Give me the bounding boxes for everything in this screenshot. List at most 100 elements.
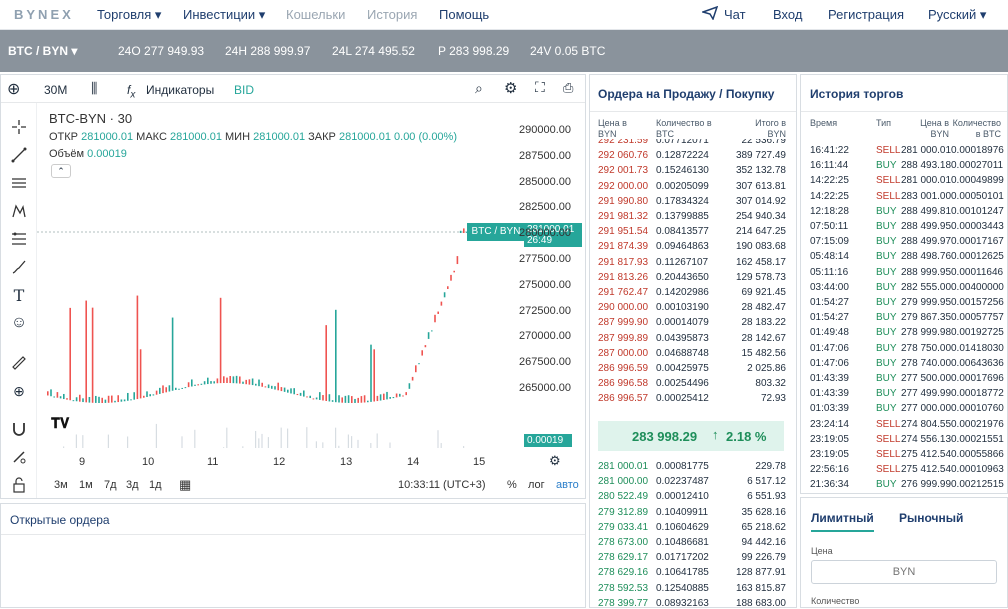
ask-row[interactable]: 291 981.320.13799885254 940.34 <box>590 209 796 225</box>
ruler-icon[interactable] <box>9 353 29 373</box>
nav-register[interactable]: Регистрация <box>828 7 904 22</box>
camera-icon[interactable]: ⎙ <box>563 80 573 96</box>
bid-row[interactable]: 279 312.890.1040991135 628.16 <box>590 505 796 521</box>
ask-row[interactable]: 291 813.260.20443650129 578.73 <box>590 270 796 286</box>
zoom-icon[interactable]: ⌕ <box>475 80 483 97</box>
ask-row[interactable]: 287 999.890.0439587328 142.67 <box>590 331 796 347</box>
zoom-in-icon[interactable]: ⊕ <box>9 381 29 401</box>
candle <box>178 389 180 390</box>
tradingview-logo[interactable]: 𝐓𝐕 <box>51 415 79 441</box>
nav-trading[interactable]: Торговля ▾ <box>97 7 161 23</box>
trade-price: 275 412.54 <box>901 464 951 475</box>
ask-row[interactable]: 291 990.800.17834324307 014.92 <box>590 194 796 210</box>
nav-history[interactable]: История <box>367 7 417 22</box>
candle <box>258 380 260 387</box>
fullscreen-icon[interactable]: ⛶ <box>535 79 545 96</box>
indicators-icon[interactable]: fx <box>127 83 135 100</box>
ask-row[interactable]: 292 060.760.12872224389 727.49 <box>590 148 796 164</box>
log-toggle[interactable]: лог <box>528 479 545 491</box>
logo[interactable]: BYNEX <box>14 7 74 22</box>
price-input[interactable] <box>811 560 997 584</box>
range-7d[interactable]: 7д <box>104 479 117 491</box>
ask-qty: 0.00254496 <box>656 378 709 389</box>
interval-select[interactable]: 30M <box>44 83 67 97</box>
price-chart[interactable]: BTC-BYN · 30 ОТКР 281000.01 МАКС 281000.… <box>37 103 585 453</box>
trade-time: 23:19:05 <box>810 449 849 460</box>
trendline-icon[interactable] <box>9 145 29 165</box>
calendar-icon[interactable]: ▦ <box>179 477 191 493</box>
ask-row[interactable]: 287 999.900.0001407928 183.22 <box>590 315 796 331</box>
bid-row[interactable]: 278 592.530.12540885163 815.87 <box>590 581 796 597</box>
chat-icon[interactable] <box>702 6 718 23</box>
ask-row[interactable]: 287 000.000.0468874815 482.56 <box>590 346 796 362</box>
bid-row[interactable]: 278 629.160.10641785128 877.91 <box>590 565 796 581</box>
y-axis[interactable]: 290000.00287500.00285000.00282500.002800… <box>497 103 585 453</box>
crosshair-icon[interactable] <box>9 117 29 137</box>
ask-row[interactable]: 292 001.730.15246130352 132.78 <box>590 163 796 179</box>
range-1m[interactable]: 1м <box>79 479 93 491</box>
brush-icon[interactable] <box>9 257 29 277</box>
bid-row[interactable]: 278 629.170.0171720299 226.79 <box>590 550 796 566</box>
ask-qty: 0.20443650 <box>656 272 709 283</box>
percent-toggle[interactable]: % <box>507 479 517 491</box>
trade-price: 288 493.18 <box>901 160 951 171</box>
volume-bar <box>226 428 227 448</box>
tab-limit[interactable]: Лимитный <box>811 511 874 532</box>
fib-icon[interactable] <box>9 229 29 249</box>
ask-row[interactable]: 292 000.000.00205099307 613.81 <box>590 179 796 195</box>
trade-price: 288 499.97 <box>901 236 951 247</box>
tab-market[interactable]: Рыночный <box>899 511 963 525</box>
bid-row[interactable]: 278 399.770.08932163188 683.00 <box>590 596 796 609</box>
axis-settings-icon[interactable]: ⚙ <box>549 453 561 469</box>
ask-row[interactable]: 291 817.930.11267107162 458.17 <box>590 255 796 271</box>
candle-style-icon[interactable]: ⫼ <box>91 80 97 97</box>
candle <box>345 396 347 403</box>
trade-price: 278 999.98 <box>901 327 951 338</box>
nav-login[interactable]: Вход <box>773 7 802 22</box>
bid-row[interactable]: 281 000.010.00081775229.78 <box>590 459 796 475</box>
ask-qty: 0.13799885 <box>656 211 709 222</box>
ask-row[interactable]: 291 762.470.1420298669 921.45 <box>590 285 796 301</box>
emoji-icon[interactable]: ☺ <box>9 313 29 333</box>
range-1d[interactable]: 1д <box>149 479 162 491</box>
bid-row[interactable]: 279 033.410.1060462965 218.62 <box>590 520 796 536</box>
pattern-icon[interactable] <box>9 201 29 221</box>
hlines-icon[interactable] <box>9 173 29 193</box>
candle <box>428 332 430 339</box>
range-3m[interactable]: 3м <box>54 479 68 491</box>
ask-row[interactable]: 286 996.580.00254496803.32 <box>590 376 796 392</box>
lock-draw-icon[interactable] <box>9 447 29 467</box>
indicators-button[interactable]: Индикаторы <box>146 83 214 97</box>
pair-selector[interactable]: BTC / BYN ▾ <box>8 44 77 58</box>
bid-toggle[interactable]: BID <box>234 83 254 97</box>
magnet-icon[interactable] <box>9 419 29 439</box>
gear-icon[interactable]: ⚙ <box>504 79 517 97</box>
ask-row[interactable]: 291 951.540.08413577214 647.25 <box>590 224 796 240</box>
candle <box>242 382 244 384</box>
volume-bar <box>335 428 336 448</box>
bid-row[interactable]: 278 673.000.1048668194 442.16 <box>590 535 796 551</box>
add-symbol-icon[interactable]: ⊕ <box>7 79 20 99</box>
ask-qty: 0.08413577 <box>656 226 709 237</box>
text-tool-icon[interactable]: T <box>9 285 29 305</box>
ask-row[interactable]: 286 996.590.004259752 025.86 <box>590 361 796 377</box>
bid-row[interactable]: 280 522.490.000124106 551.93 <box>590 489 796 505</box>
ask-row[interactable]: 286 996.570.0002541272.93 <box>590 391 796 407</box>
language-select[interactable]: Русский ▾ <box>928 7 986 23</box>
ask-total: 162 458.17 <box>736 257 786 268</box>
ask-row[interactable]: 290 000.000.0010319028 482.47 <box>590 300 796 316</box>
nav-wallets[interactable]: Кошельки <box>286 7 345 22</box>
range-3d[interactable]: 3д <box>126 479 139 491</box>
auto-toggle[interactable]: авто <box>556 479 579 491</box>
nav-chat[interactable]: Чат <box>724 7 746 22</box>
ask-total: 15 482.56 <box>742 348 787 359</box>
volume-bar <box>268 437 269 448</box>
trade-qty: 0.00057757 <box>951 312 1004 323</box>
ask-row[interactable]: 291 874.390.09464863190 083.68 <box>590 239 796 255</box>
bid-row[interactable]: 281 000.000.022374876 517.12 <box>590 474 796 490</box>
lock-icon[interactable] <box>9 475 29 495</box>
ask-price: 292 231.59 <box>598 139 648 146</box>
nav-investments[interactable]: Инвестиции ▾ <box>183 7 265 23</box>
candle <box>236 376 238 383</box>
nav-help[interactable]: Помощь <box>439 7 489 22</box>
